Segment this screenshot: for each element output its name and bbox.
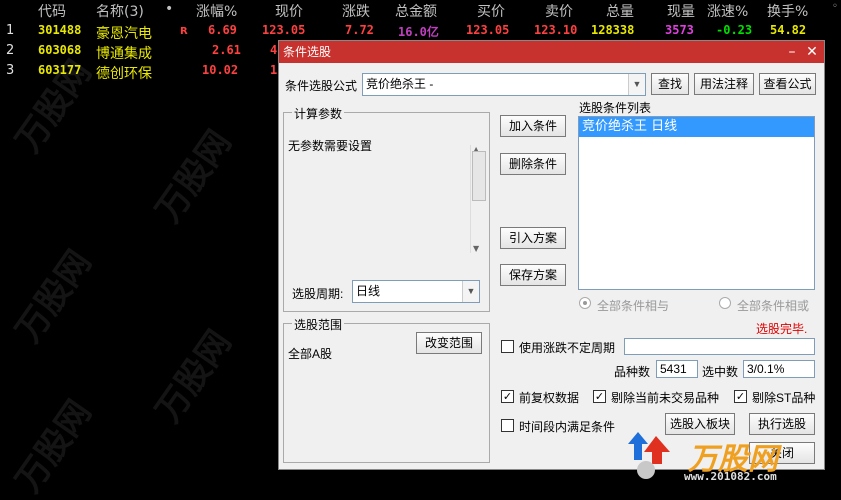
row-code: 301488 (38, 23, 82, 37)
table-row[interactable]: 1 301488 豪恩汽电 R 6.69 123.05 7.72 16.0亿 1… (0, 22, 841, 42)
col-code[interactable]: 代码 (38, 1, 66, 21)
row-pct: 2.61 (212, 43, 241, 57)
condition-list[interactable]: 竞价绝杀王 日线 (578, 116, 815, 290)
col-ask[interactable]: 卖价 (545, 1, 573, 21)
row-name: 德创环保 (96, 66, 152, 82)
col-volume[interactable]: 总量 (606, 1, 634, 21)
row-speed: -0.23 (716, 23, 753, 37)
period-label: 选股周期: (292, 287, 344, 301)
status-text: 选股完毕. (756, 322, 808, 336)
delete-condition-button[interactable]: 删除条件 (500, 153, 566, 175)
chevron-down-icon[interactable]: ▼ (462, 281, 479, 302)
timerange-checkbox[interactable] (501, 419, 514, 432)
condition-list-label: 选股条件列表 (579, 101, 652, 115)
row-code: 603068 (38, 43, 82, 57)
header-overflow-icon: ◦ (832, 1, 838, 12)
formula-label: 条件选股公式 (285, 79, 358, 93)
row-name: 豪恩汽电 (96, 26, 152, 42)
brand-logo: 万股网 www.201082.com (620, 430, 841, 492)
row-amount: 16.0亿 (398, 25, 439, 39)
params-text: 无参数需要设置 (288, 139, 373, 153)
formula-value: 竞价绝杀王 - (366, 77, 434, 91)
col-price[interactable]: 现价 (275, 1, 303, 21)
period-value: 日线 (356, 284, 381, 298)
params-group: 计算参数 无参数需要设置 ▲ ▼ 选股周期: 日线 ▼ (283, 105, 490, 312)
period-select[interactable]: 日线 ▼ (352, 280, 480, 303)
row-price: 123.05 (262, 23, 306, 37)
st-label: 剔除ST品种 (752, 391, 816, 405)
change-range-button[interactable]: 改变范围 (416, 332, 482, 354)
count-value: 5431 (656, 360, 698, 378)
row-name: 博通集成 (96, 46, 152, 62)
st-checkbox[interactable]: ✓ (734, 390, 747, 403)
row-price: 4 (270, 43, 278, 57)
row-code: 603177 (38, 63, 82, 77)
row-index: 1 (6, 23, 15, 38)
logo-url: www.201082.com (684, 470, 777, 483)
import-plan-button[interactable]: 引入方案 (500, 227, 566, 249)
view-formula-button[interactable]: 查看公式 (759, 73, 816, 95)
col-dot: • (165, 1, 174, 17)
row-turnover: 54.82 (770, 23, 807, 37)
row-pct: 10.02 (202, 63, 239, 77)
col-bid[interactable]: 买价 (477, 1, 505, 21)
selected-label: 选中数 (702, 365, 739, 379)
fuquan-label: 前复权数据 (519, 391, 580, 405)
watermark-text: 万股网 (8, 243, 100, 350)
row-cur-vol: 3573 (665, 23, 694, 37)
radio-or[interactable] (719, 297, 731, 309)
params-scrollbar[interactable]: ▲ ▼ (470, 145, 486, 253)
row-pct: 6.69 (208, 23, 237, 37)
col-name[interactable]: 名称(3) (96, 1, 144, 21)
row-index: 3 (6, 63, 15, 78)
count-label: 品种数 (614, 365, 651, 379)
usage-notes-button[interactable]: 用法注释 (694, 73, 754, 95)
radio-and[interactable] (579, 297, 591, 309)
use-period-label: 使用涨跌不定周期 (519, 341, 616, 355)
col-turnover[interactable]: 换手% (767, 1, 808, 21)
use-period-checkbox[interactable] (501, 340, 514, 353)
selected-value: 3/0.1% (743, 360, 815, 378)
formula-select[interactable]: 竞价绝杀王 - ▼ (362, 73, 646, 96)
save-plan-button[interactable]: 保存方案 (500, 264, 566, 286)
scrollbar-thumb[interactable] (472, 151, 486, 201)
dialog-titlebar[interactable]: 条件选股 – ✕ (279, 41, 824, 63)
fuquan-checkbox[interactable]: ✓ (501, 390, 514, 403)
row-ask: 123.10 (534, 23, 578, 37)
col-amount[interactable]: 总金额 (395, 1, 437, 21)
watermark-text: 万股网 (148, 123, 240, 230)
timerange-label: 时间段内满足条件 (519, 420, 616, 434)
row-flag: R (180, 26, 188, 37)
add-condition-button[interactable]: 加入条件 (500, 115, 566, 137)
col-change[interactable]: 涨跌 (342, 1, 370, 21)
range-value: 全部A股 (288, 347, 333, 361)
radio-or-label: 全部条件相或 (737, 299, 810, 313)
watermark-text: 万股网 (8, 393, 100, 500)
watermark-text: 万股网 (148, 323, 240, 430)
row-index: 2 (6, 43, 15, 58)
untraded-label: 剔除当前未交易品种 (611, 391, 720, 405)
col-speed[interactable]: 涨速% (707, 1, 748, 21)
params-group-title: 计算参数 (292, 105, 345, 122)
radio-and-label: 全部条件相与 (597, 299, 670, 313)
range-group: 选股范围 全部A股 改变范围 (283, 316, 490, 463)
untraded-checkbox[interactable]: ✓ (593, 390, 606, 403)
condition-select-dialog: 条件选股 – ✕ 条件选股公式 竞价绝杀王 - ▼ 查找 用法注释 查看公式 计… (278, 40, 825, 470)
row-change: 7.72 (345, 23, 374, 37)
stock-table-header: 代码 名称(3) • 涨幅% 现价 涨跌 总金额 买价 卖价 总量 现量 涨速%… (0, 0, 841, 20)
col-pct[interactable]: 涨幅% (196, 1, 237, 21)
scroll-down-icon[interactable]: ▼ (473, 244, 479, 253)
list-item[interactable]: 竞价绝杀王 日线 (579, 117, 814, 137)
range-group-title: 选股范围 (292, 316, 345, 333)
minimize-icon[interactable]: – (782, 41, 802, 63)
close-icon[interactable]: ✕ (802, 41, 822, 63)
find-button[interactable]: 查找 (651, 73, 689, 95)
row-volume: 128338 (591, 23, 635, 37)
period-input[interactable] (624, 338, 815, 355)
row-bid: 123.05 (466, 23, 510, 37)
chevron-down-icon[interactable]: ▼ (628, 74, 645, 95)
col-cur-vol[interactable]: 现量 (667, 1, 695, 21)
row-price: 1 (270, 63, 278, 77)
dialog-title: 条件选股 (283, 45, 332, 59)
